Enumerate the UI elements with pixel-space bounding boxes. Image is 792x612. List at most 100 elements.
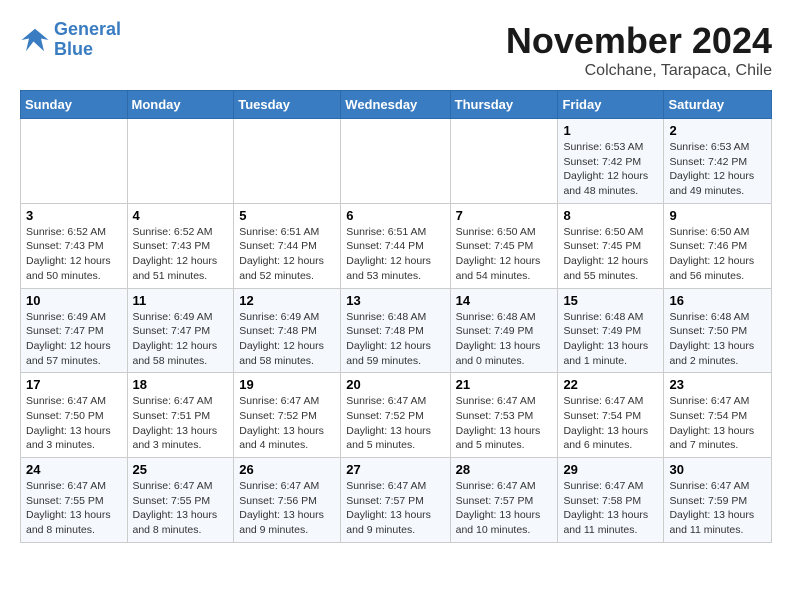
calendar-cell: 12 Sunrise: 6:49 AM Sunset: 7:48 PM Dayli… <box>234 288 341 373</box>
day-info: Sunrise: 6:50 AM Sunset: 7:45 PM Dayligh… <box>456 225 553 284</box>
day-number: 16 <box>669 293 766 308</box>
calendar-cell: 10Sunrise: 6:49 AM Sunset: 7:47 PM Dayli… <box>21 288 128 373</box>
day-number: 7 <box>456 208 553 223</box>
day-number: 3 <box>26 208 122 223</box>
calendar-week-row: 10Sunrise: 6:49 AM Sunset: 7:47 PM Dayli… <box>21 288 772 373</box>
day-number: 18 <box>133 377 229 392</box>
logo-text: General Blue <box>54 20 121 60</box>
day-info: Sunrise: 6:53 AM Sunset: 7:42 PM Dayligh… <box>669 140 766 199</box>
day-info: Sunrise: 6:48 AM Sunset: 7:50 PM Dayligh… <box>669 310 766 369</box>
day-info: Sunrise: 6:47 AM Sunset: 7:54 PM Dayligh… <box>563 394 658 453</box>
calendar-cell: 16 Sunrise: 6:48 AM Sunset: 7:50 PM Dayli… <box>664 288 772 373</box>
calendar-cell: 20 Sunrise: 6:47 AM Sunset: 7:52 PM Dayli… <box>341 373 450 458</box>
calendar-cell: 9 Sunrise: 6:50 AM Sunset: 7:46 PM Daylig… <box>664 203 772 288</box>
column-header-thursday: Thursday <box>450 91 558 119</box>
calendar-cell: 30 Sunrise: 6:47 AM Sunset: 7:59 PM Dayli… <box>664 458 772 543</box>
day-number: 24 <box>26 462 122 477</box>
day-number: 28 <box>456 462 553 477</box>
column-header-friday: Friday <box>558 91 664 119</box>
day-info: Sunrise: 6:51 AM Sunset: 7:44 PM Dayligh… <box>239 225 335 284</box>
calendar-cell: 22 Sunrise: 6:47 AM Sunset: 7:54 PM Dayli… <box>558 373 664 458</box>
calendar-cell: 4 Sunrise: 6:52 AM Sunset: 7:43 PM Daylig… <box>127 203 234 288</box>
day-number: 1 <box>563 123 658 138</box>
calendar-cell: 25 Sunrise: 6:47 AM Sunset: 7:55 PM Dayli… <box>127 458 234 543</box>
day-info: Sunrise: 6:52 AM Sunset: 7:43 PM Dayligh… <box>133 225 229 284</box>
calendar-cell: 2 Sunrise: 6:53 AM Sunset: 7:42 PM Daylig… <box>664 119 772 204</box>
calendar-cell: 19Sunrise: 6:47 AM Sunset: 7:52 PM Dayli… <box>234 373 341 458</box>
day-number: 29 <box>563 462 658 477</box>
day-number: 9 <box>669 208 766 223</box>
day-info: Sunrise: 6:47 AM Sunset: 7:57 PM Dayligh… <box>346 479 444 538</box>
column-header-sunday: Sunday <box>21 91 128 119</box>
calendar-week-row: 24 Sunrise: 6:47 AM Sunset: 7:55 PM Dayli… <box>21 458 772 543</box>
calendar-cell: 15 Sunrise: 6:48 AM Sunset: 7:49 PM Dayli… <box>558 288 664 373</box>
day-info: Sunrise: 6:51 AM Sunset: 7:44 PM Dayligh… <box>346 225 444 284</box>
column-header-wednesday: Wednesday <box>341 91 450 119</box>
day-info: Sunrise: 6:47 AM Sunset: 7:53 PM Dayligh… <box>456 394 553 453</box>
day-number: 17 <box>26 377 122 392</box>
day-info: Sunrise: 6:48 AM Sunset: 7:49 PM Dayligh… <box>563 310 658 369</box>
day-number: 30 <box>669 462 766 477</box>
day-number: 6 <box>346 208 444 223</box>
day-number: 21 <box>456 377 553 392</box>
day-number: 12 <box>239 293 335 308</box>
day-number: 4 <box>133 208 229 223</box>
day-number: 25 <box>133 462 229 477</box>
day-info: Sunrise: 6:50 AM Sunset: 7:45 PM Dayligh… <box>563 225 658 284</box>
day-info: Sunrise: 6:48 AM Sunset: 7:49 PM Dayligh… <box>456 310 553 369</box>
logo-icon <box>20 25 50 55</box>
day-info: Sunrise: 6:47 AM Sunset: 7:57 PM Dayligh… <box>456 479 553 538</box>
day-number: 20 <box>346 377 444 392</box>
calendar-week-row: 3 Sunrise: 6:52 AM Sunset: 7:43 PM Daylig… <box>21 203 772 288</box>
day-info: Sunrise: 6:47 AM Sunset: 7:55 PM Dayligh… <box>26 479 122 538</box>
column-header-monday: Monday <box>127 91 234 119</box>
day-number: 11 <box>133 293 229 308</box>
calendar-cell <box>341 119 450 204</box>
day-info: Sunrise: 6:47 AM Sunset: 7:52 PM Dayligh… <box>239 394 335 453</box>
calendar-cell: 3 Sunrise: 6:52 AM Sunset: 7:43 PM Daylig… <box>21 203 128 288</box>
calendar-cell: 17 Sunrise: 6:47 AM Sunset: 7:50 PM Dayli… <box>21 373 128 458</box>
calendar-cell: 6 Sunrise: 6:51 AM Sunset: 7:44 PM Daylig… <box>341 203 450 288</box>
location: Colchane, Tarapaca, Chile <box>506 62 772 80</box>
logo: General Blue <box>20 20 121 60</box>
calendar-cell: 8Sunrise: 6:50 AM Sunset: 7:45 PM Daylig… <box>558 203 664 288</box>
calendar-cell: 14 Sunrise: 6:48 AM Sunset: 7:49 PM Dayli… <box>450 288 558 373</box>
day-number: 22 <box>563 377 658 392</box>
column-header-tuesday: Tuesday <box>234 91 341 119</box>
month-title: November 2024 <box>506 20 772 62</box>
calendar-cell: 29 Sunrise: 6:47 AM Sunset: 7:58 PM Dayli… <box>558 458 664 543</box>
calendar-cell: 27 Sunrise: 6:47 AM Sunset: 7:57 PM Dayli… <box>341 458 450 543</box>
calendar-cell: 18Sunrise: 6:47 AM Sunset: 7:51 PM Dayli… <box>127 373 234 458</box>
calendar-cell: 23 Sunrise: 6:47 AM Sunset: 7:54 PM Dayli… <box>664 373 772 458</box>
day-number: 2 <box>669 123 766 138</box>
day-info: Sunrise: 6:50 AM Sunset: 7:46 PM Dayligh… <box>669 225 766 284</box>
calendar-cell: 24 Sunrise: 6:47 AM Sunset: 7:55 PM Dayli… <box>21 458 128 543</box>
calendar-cell: 28 Sunrise: 6:47 AM Sunset: 7:57 PM Dayli… <box>450 458 558 543</box>
calendar-cell: 21 Sunrise: 6:47 AM Sunset: 7:53 PM Dayli… <box>450 373 558 458</box>
day-info: Sunrise: 6:47 AM Sunset: 7:54 PM Dayligh… <box>669 394 766 453</box>
day-info: Sunrise: 6:49 AM Sunset: 7:48 PM Dayligh… <box>239 310 335 369</box>
day-info: Sunrise: 6:47 AM Sunset: 7:56 PM Dayligh… <box>239 479 335 538</box>
day-number: 14 <box>456 293 553 308</box>
day-info: Sunrise: 6:47 AM Sunset: 7:52 PM Dayligh… <box>346 394 444 453</box>
calendar-cell: 11Sunrise: 6:49 AM Sunset: 7:47 PM Dayli… <box>127 288 234 373</box>
day-number: 27 <box>346 462 444 477</box>
day-number: 10 <box>26 293 122 308</box>
day-info: Sunrise: 6:47 AM Sunset: 7:50 PM Dayligh… <box>26 394 122 453</box>
day-info: Sunrise: 6:47 AM Sunset: 7:59 PM Dayligh… <box>669 479 766 538</box>
calendar-cell <box>21 119 128 204</box>
calendar-week-row: 17 Sunrise: 6:47 AM Sunset: 7:50 PM Dayli… <box>21 373 772 458</box>
calendar-header-row: SundayMondayTuesdayWednesdayThursdayFrid… <box>21 91 772 119</box>
calendar-cell <box>450 119 558 204</box>
column-header-saturday: Saturday <box>664 91 772 119</box>
day-info: Sunrise: 6:52 AM Sunset: 7:43 PM Dayligh… <box>26 225 122 284</box>
calendar-week-row: 1 Sunrise: 6:53 AM Sunset: 7:42 PM Daylig… <box>21 119 772 204</box>
day-info: Sunrise: 6:47 AM Sunset: 7:55 PM Dayligh… <box>133 479 229 538</box>
day-number: 23 <box>669 377 766 392</box>
day-info: Sunrise: 6:47 AM Sunset: 7:58 PM Dayligh… <box>563 479 658 538</box>
calendar-cell <box>234 119 341 204</box>
day-number: 15 <box>563 293 658 308</box>
calendar-table: SundayMondayTuesdayWednesdayThursdayFrid… <box>20 90 772 543</box>
day-number: 13 <box>346 293 444 308</box>
day-info: Sunrise: 6:48 AM Sunset: 7:48 PM Dayligh… <box>346 310 444 369</box>
